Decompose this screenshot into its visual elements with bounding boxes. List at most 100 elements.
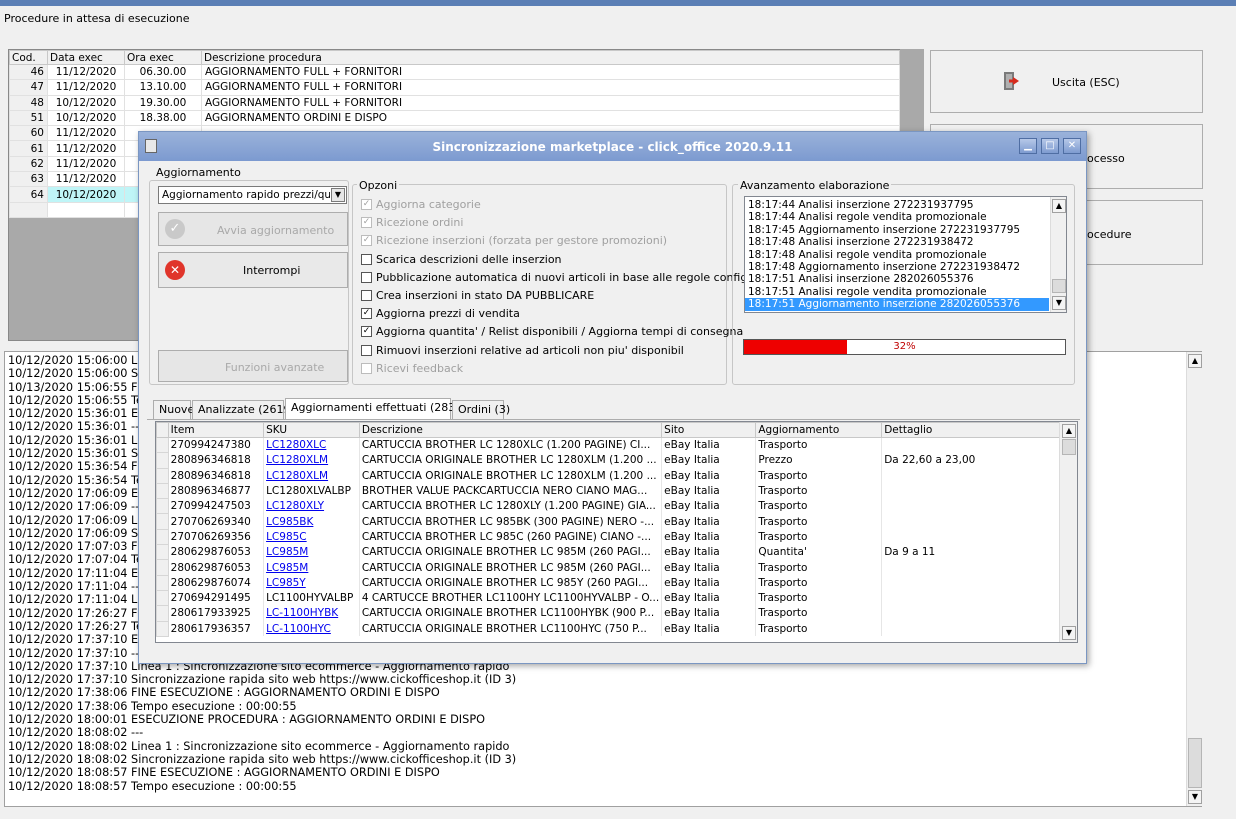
update-mode-select[interactable]: Aggiornamento rapido prezzi/quantit ▼ <box>158 186 347 204</box>
sku-link[interactable]: LC1280XLY <box>266 500 324 512</box>
progress-log-line[interactable]: 18:17:51 Analisi regole vendita promozio… <box>745 286 1049 298</box>
updates-table[interactable]: Item SKU Descrizione Sito Aggiornamento Detta… <box>155 421 1078 643</box>
update-row-header[interactable] <box>156 605 169 622</box>
option-checkbox[interactable] <box>361 290 372 301</box>
procedure-row[interactable]: 48 10/12/2020 19.30.00 AGGIORNAMENTO FULL +… <box>9 94 900 111</box>
update-row-header[interactable] <box>156 589 169 607</box>
procedures-header-2[interactable]: Ora exec <box>124 50 202 65</box>
close-icon[interactable]: ✕ <box>1063 138 1081 154</box>
update-row-header[interactable] <box>156 467 169 484</box>
update-row[interactable]: 270994247380 LC1280XLC CARTUCCIA BROTHER L… <box>156 436 1077 454</box>
updates-scroll-up-icon[interactable]: ▲ <box>1062 424 1076 438</box>
update-row[interactable]: 270706269340 LC985BK CARTUCCIA BROTHER LC … <box>156 513 1077 530</box>
dialog-title-bar[interactable]: Sincronizzazione marketplace - click_off… <box>139 132 1086 161</box>
update-row[interactable]: 280629876074 LC985Y CARTUCCIA ORIGINALE BR… <box>156 574 1077 591</box>
updates-header-3[interactable]: Sito <box>661 422 757 438</box>
sku-link[interactable]: LC985M <box>266 562 308 574</box>
sku-link[interactable]: LC1280XLM <box>266 470 328 482</box>
progress-scroll-thumb[interactable] <box>1052 279 1066 293</box>
option-checkbox-row[interactable]: Rimuovi inserzioni relative ad articoli … <box>361 344 721 358</box>
sku-link[interactable]: LC-1100HYBK <box>266 607 338 619</box>
stop-button[interactable]: ✕ Interrompi <box>158 252 348 288</box>
procedures-header-1[interactable]: Data exec <box>47 50 125 65</box>
updates-header-0[interactable]: Item <box>167 422 265 438</box>
update-row[interactable]: 270706269356 LC985C CARTUCCIA BROTHER LC 9… <box>156 528 1077 546</box>
option-checkbox-row[interactable]: Crea inserzioni in stato DA PUBBLICARE <box>361 289 721 303</box>
update-row-header[interactable] <box>156 528 169 546</box>
update-row[interactable]: 270694291495 LC1100HYVALBP 4 CARTUCCE BROT… <box>156 589 1077 607</box>
option-checkbox[interactable]: ✓ <box>361 199 372 210</box>
progress-scrollbar[interactable]: ▲ ▼ <box>1050 197 1066 312</box>
update-row-header[interactable] <box>156 513 169 530</box>
maximize-icon[interactable]: □ <box>1041 138 1059 154</box>
option-checkbox[interactable] <box>361 253 372 265</box>
minimize-icon[interactable]: ▁ <box>1019 138 1037 154</box>
option-checkbox-row[interactable]: ✓ Aggiorna quantita' / Relist disponibili… <box>361 325 743 339</box>
log-scrollbar[interactable]: ▲ ▼ <box>1186 352 1202 806</box>
progress-log-line[interactable]: 18:17:48 Aggiornamento inserzione 272231… <box>745 261 1049 273</box>
sku-link[interactable]: LC-1100HYC <box>266 623 331 635</box>
update-row[interactable]: 280896346818 LC1280XLM CARTUCCIA ORIGINALE… <box>156 452 1077 469</box>
tab-3[interactable]: Ordini (3) <box>452 400 510 419</box>
option-checkbox-row[interactable]: Scarica descrizioni delle inserzion <box>361 253 721 267</box>
update-row[interactable]: 280629876053 LC985M CARTUCCIA ORIGINALE BR… <box>156 544 1077 561</box>
option-checkbox-row[interactable]: ✓ Aggiorna prezzi di vendita <box>361 307 721 321</box>
sku-link[interactable]: LC985C <box>266 531 307 543</box>
update-row-header[interactable] <box>156 544 169 561</box>
progress-log-list[interactable]: 18:17:44 Analisi inserzione 272231937795… <box>744 196 1067 313</box>
tab-1[interactable]: Analizzate (2619) <box>192 400 295 419</box>
start-update-button[interactable]: ✓ Avvia aggiornamento <box>158 212 348 246</box>
sku-link[interactable]: LC985M <box>266 546 308 558</box>
procedure-row[interactable]: 46 11/12/2020 06.30.00 AGGIORNAMENTO FULL +… <box>9 63 900 81</box>
procedure-row[interactable]: 51 10/12/2020 18.38.00 AGGIORNAMENTO ORDINI… <box>9 109 900 127</box>
progress-scroll-down-icon[interactable]: ▼ <box>1052 296 1066 310</box>
tab-2[interactable]: Aggiornamenti effettuati (2831) <box>285 398 467 419</box>
advanced-functions-button[interactable]: Funzioni avanzate <box>158 350 348 382</box>
option-checkbox[interactable] <box>361 362 372 374</box>
update-row[interactable]: 280629876053 LC985M CARTUCCIA ORIGINALE BR… <box>156 559 1077 576</box>
tab-0[interactable]: Nuove <box>153 400 194 419</box>
update-row-header[interactable] <box>156 498 169 515</box>
option-checkbox[interactable] <box>361 344 372 356</box>
updates-header-4[interactable]: Aggiornamento <box>755 422 883 438</box>
progress-scroll-up-icon[interactable]: ▲ <box>1052 199 1066 213</box>
progress-log-line[interactable]: 18:17:51 Analisi inserzione 282026055376 <box>745 273 1049 285</box>
updates-scroll-down-icon[interactable]: ▼ <box>1062 626 1076 640</box>
progress-log-line[interactable]: 18:17:48 Analisi regole vendita promozio… <box>745 249 1049 261</box>
progress-log-line[interactable]: 18:17:45 Aggiornamento inserzione 272231… <box>745 224 1049 236</box>
update-row-header[interactable] <box>156 559 169 576</box>
option-checkbox[interactable]: ✓ <box>361 326 372 338</box>
progress-log-line[interactable]: 18:17:51 Aggiornamento inserzione 282026… <box>745 298 1049 311</box>
updates-header-2[interactable]: Descrizione <box>358 422 663 438</box>
exit-button[interactable]: Uscita (ESC) <box>930 50 1203 113</box>
scroll-up-arrow-icon[interactable]: ▲ <box>1188 354 1202 368</box>
log-scroll-thumb[interactable] <box>1188 738 1202 788</box>
update-row-header[interactable] <box>156 436 169 454</box>
procedures-header-3[interactable]: Descrizione procedura <box>201 50 900 65</box>
option-checkbox-row[interactable]: ✓ Aggiorna categorie <box>361 198 721 212</box>
update-row[interactable]: 280896346818 LC1280XLM CARTUCCIA ORIGINALE… <box>156 467 1077 484</box>
update-row-header[interactable] <box>156 574 169 591</box>
update-row[interactable]: 280896346877 LC1280XLVALBP BROTHER VALUE P… <box>156 482 1077 500</box>
sku-link[interactable]: LC1280XLC <box>266 439 326 451</box>
sku-link[interactable]: LC985BK <box>266 516 313 528</box>
updates-scrollbar[interactable]: ▲ ▼ <box>1059 422 1077 642</box>
option-checkbox-row[interactable]: Pubblicazione automatica di nuovi artico… <box>361 271 777 285</box>
update-row-header[interactable] <box>156 482 169 500</box>
option-checkbox[interactable]: ✓ <box>361 235 372 247</box>
option-checkbox[interactable] <box>361 271 372 283</box>
progress-log-line[interactable]: 18:17:48 Analisi inserzione 272231938472 <box>745 236 1049 248</box>
progress-log-line[interactable]: 18:17:44 Analisi inserzione 272231937795 <box>745 199 1049 211</box>
option-checkbox-row[interactable]: ✓ Ricezione inserzioni (forzata per gesto… <box>361 234 721 248</box>
scroll-down-arrow-icon[interactable]: ▼ <box>1188 790 1202 804</box>
update-row[interactable]: 280617936357 LC-1100HYC CARTUCCIA ORIGINAL… <box>156 620 1077 637</box>
option-checkbox[interactable]: ✓ <box>361 217 372 229</box>
update-row[interactable]: 270994247503 LC1280XLY CARTUCCIA BROTHER L… <box>156 498 1077 515</box>
option-checkbox-row[interactable]: Ricevi feedback <box>361 362 721 376</box>
progress-log-line[interactable]: 18:17:44 Analisi regole vendita promozio… <box>745 211 1049 223</box>
option-checkbox-row[interactable]: ✓ Ricezione ordini <box>361 216 721 230</box>
sku-link[interactable]: LC985Y <box>266 577 306 589</box>
updates-header-5[interactable]: Dettaglio <box>881 422 1077 438</box>
updates-scroll-thumb[interactable] <box>1062 439 1076 455</box>
updates-header-1[interactable]: SKU <box>263 422 360 438</box>
